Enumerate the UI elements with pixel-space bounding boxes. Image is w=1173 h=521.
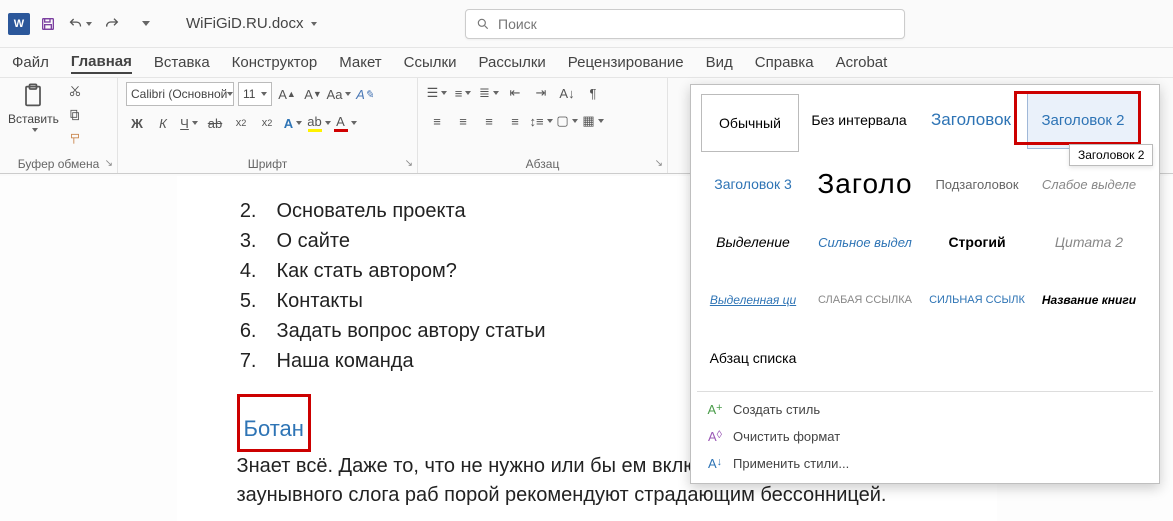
numbering-icon[interactable]: ≡ — [452, 82, 474, 104]
underline-button[interactable]: Ч — [178, 112, 200, 134]
align-left-icon[interactable]: ≡ — [426, 110, 448, 132]
group-font: Calibri (Основной 11 A▲ A▼ Aa A✎ Ж К Ч a… — [118, 78, 418, 173]
line-spacing-icon[interactable]: ↕≡ — [530, 110, 552, 132]
sort-icon[interactable]: A↓ — [556, 82, 578, 104]
font-size-combo[interactable]: 11 — [238, 82, 272, 106]
group-paragraph: ☰ ≡ ≣ ⇤ ⇥ A↓ ¶ ≡ ≡ ≡ ≡ ↕≡ ▢ ▦ Абзац ↘ — [418, 78, 668, 173]
apply-styles-action[interactable]: A↓ Применить стили... — [697, 450, 1153, 477]
font-name-combo[interactable]: Calibri (Основной — [126, 82, 234, 106]
document-title-text: WiFiGiD.RU.docx — [186, 15, 304, 32]
create-style-label: Создать стиль — [733, 402, 820, 417]
save-icon[interactable] — [36, 12, 60, 36]
create-style-action[interactable]: A+ Создать стиль — [697, 396, 1153, 423]
italic-button[interactable]: К — [152, 112, 174, 134]
group-launcher-icon[interactable]: ↘ — [655, 158, 663, 169]
qat-customize-icon[interactable] — [132, 12, 156, 36]
style-cell[interactable]: Название книги — [1033, 271, 1145, 329]
style-cell[interactable]: Строгий — [921, 213, 1033, 271]
style-cell[interactable]: СИЛЬНАЯ ССЫЛК — [921, 271, 1033, 329]
borders-icon[interactable]: ▦ — [582, 110, 604, 132]
tab-макет[interactable]: Макет — [339, 52, 381, 73]
create-style-icon: A+ — [707, 402, 723, 417]
style-tooltip: Заголовок 2 — [1069, 144, 1153, 166]
style-cell[interactable]: Обычный — [701, 94, 799, 152]
paste-label: Вставить — [8, 112, 59, 126]
style-cell[interactable]: Заголо — [809, 155, 921, 213]
clear-format-label: Очистить формат — [733, 429, 840, 444]
multilevel-icon[interactable]: ≣ — [478, 82, 500, 104]
search-input[interactable]: Поиск — [465, 9, 905, 39]
bullets-icon[interactable]: ☰ — [426, 82, 448, 104]
paste-button[interactable]: Вставить — [8, 82, 59, 132]
tab-файл[interactable]: Файл — [12, 52, 49, 73]
apply-styles-icon: A↓ — [707, 456, 723, 471]
group-clipboard: Вставить Буфер обмена ↘ — [0, 78, 118, 173]
group-clipboard-label: Буфер обмена — [8, 155, 109, 171]
undo-icon[interactable] — [68, 12, 92, 36]
show-marks-icon[interactable]: ¶ — [582, 82, 604, 104]
tab-конструктор[interactable]: Конструктор — [232, 52, 318, 73]
strike-button[interactable]: ab — [204, 112, 226, 134]
format-painter-icon[interactable] — [65, 130, 85, 148]
tab-вид[interactable]: Вид — [706, 52, 733, 73]
title-bar: W WiFiGiD.RU.docx Поиск — [0, 0, 1173, 48]
superscript-button[interactable]: x2 — [256, 112, 278, 134]
redo-icon[interactable] — [100, 12, 124, 36]
style-cell[interactable]: Подзаголовок — [921, 155, 1033, 213]
group-launcher-icon[interactable]: ↘ — [105, 158, 113, 169]
document-title[interactable]: WiFiGiD.RU.docx — [186, 15, 317, 32]
subscript-button[interactable]: x2 — [230, 112, 252, 134]
cut-icon[interactable] — [65, 82, 85, 100]
shading-icon[interactable]: ▢ — [556, 110, 578, 132]
bold-button[interactable]: Ж — [126, 112, 148, 134]
change-case-icon[interactable]: Aa — [328, 83, 350, 105]
copy-icon[interactable] — [65, 106, 85, 124]
style-cell[interactable]: Выделенная ци — [697, 271, 809, 329]
font-color-icon[interactable]: A — [334, 112, 356, 134]
tab-acrobat[interactable]: Acrobat — [836, 52, 888, 73]
style-cell[interactable]: Без интервала — [803, 91, 915, 149]
group-font-label: Шрифт — [126, 155, 409, 171]
style-cell[interactable]: Заголовок — [915, 91, 1027, 149]
ribbon-tabs: Файл Главная Вставка Конструктор Макет Ссылки… — [0, 48, 1173, 78]
style-cell[interactable]: Цитата 2 — [1033, 213, 1145, 271]
style-cell[interactable]: Заголовок 3 — [697, 155, 809, 213]
clear-format-icon: A◊ — [707, 429, 723, 444]
heading-2[interactable]: Ботан — [244, 416, 304, 442]
align-center-icon[interactable]: ≡ — [452, 110, 474, 132]
annotation-highlight-box — [1014, 91, 1141, 145]
tab-ссылки[interactable]: Ссылки — [404, 52, 457, 73]
quick-access-toolbar — [36, 12, 156, 36]
indent-dec-icon[interactable]: ⇤ — [504, 82, 526, 104]
tab-вставка[interactable]: Вставка — [154, 52, 210, 73]
justify-icon[interactable]: ≡ — [504, 110, 526, 132]
clear-formatting-icon[interactable]: A✎ — [354, 83, 376, 105]
highlight-icon[interactable]: ab — [308, 112, 330, 134]
shrink-font-icon[interactable]: A▼ — [302, 83, 324, 105]
search-placeholder: Поиск — [498, 16, 537, 32]
align-right-icon[interactable]: ≡ — [478, 110, 500, 132]
tab-рецензирование[interactable]: Рецензирование — [568, 52, 684, 73]
style-cell[interactable]: СЛАБАЯ ССЫЛКА — [809, 271, 921, 329]
style-cell[interactable]: Выделение — [697, 213, 809, 271]
tab-справка[interactable]: Справка — [755, 52, 814, 73]
tab-главная[interactable]: Главная — [71, 51, 132, 74]
tab-рассылки[interactable]: Рассылки — [478, 52, 545, 73]
style-cell[interactable]: Сильное выдел — [809, 213, 921, 271]
indent-inc-icon[interactable]: ⇥ — [530, 82, 552, 104]
style-cell[interactable]: Абзац списка — [697, 329, 809, 387]
apply-styles-label: Применить стили... — [733, 456, 849, 471]
app-icon: W — [8, 13, 30, 35]
group-launcher-icon[interactable]: ↘ — [405, 158, 413, 169]
clear-format-action[interactable]: A◊ Очистить формат — [697, 423, 1153, 450]
text-effects-icon[interactable]: A — [282, 112, 304, 134]
chevron-down-icon — [311, 22, 317, 26]
annotation-highlight-heading: Ботан — [237, 394, 311, 452]
group-paragraph-label: Абзац — [426, 155, 659, 171]
grow-font-icon[interactable]: A▲ — [276, 83, 298, 105]
